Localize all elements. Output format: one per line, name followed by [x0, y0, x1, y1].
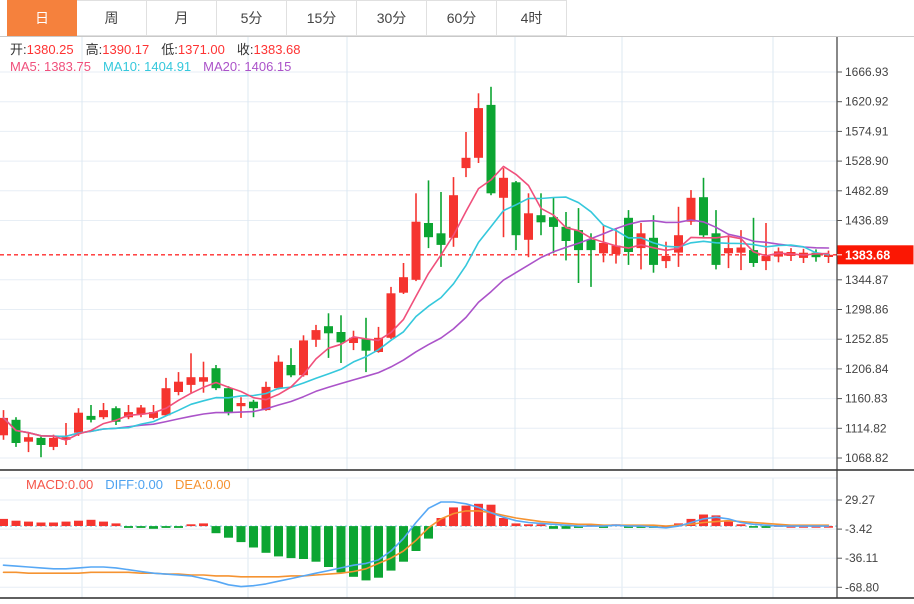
high-value: 1390.17 [102, 42, 150, 57]
macd-value: 0.00 [67, 477, 94, 492]
svg-text:1620.92: 1620.92 [845, 95, 889, 109]
svg-text:1298.86: 1298.86 [845, 303, 889, 317]
ma20-label: MA20: [203, 59, 241, 74]
svg-text:1160.83: 1160.83 [845, 392, 888, 406]
dea-label: DEA: [175, 477, 206, 492]
kline-chart-app: 日 周 月 5分 15分 30分 60分 4时 1666.93 1620.92 15… [0, 0, 914, 604]
ma10-label: MA10: [102, 59, 141, 74]
ma20-value: 1406.15 [244, 59, 292, 74]
macd-label: MACD: [26, 477, 68, 492]
svg-text:1068.82: 1068.82 [845, 451, 889, 465]
ma10-value: 1404.91 [144, 59, 192, 74]
svg-text:1666.93: 1666.93 [845, 65, 889, 79]
dea-value: 0.00 [205, 477, 231, 492]
ma5-label: MA5: [10, 59, 41, 74]
ohlc-readout: 开:1380.25 高:1390.17 低:1371.00 收:1383.68 [10, 42, 313, 58]
ma-readout: MA5: 1383.75 MA10: 1404.91 MA20: 1406.15 [10, 59, 303, 75]
candles-layer [0, 86, 833, 458]
diff-label: DIFF: [105, 477, 138, 492]
svg-text:29.27: 29.27 [845, 493, 875, 507]
low-value: 1371.00 [177, 42, 225, 57]
svg-text:1252.85: 1252.85 [845, 332, 889, 346]
svg-text:1436.89: 1436.89 [845, 214, 889, 228]
main-grid [0, 37, 837, 598]
diff-value: 0.00 [137, 477, 164, 492]
macd-readout: MACD:0.00 DIFF:0.00 DEA:0.00 [26, 477, 243, 493]
open-label: 开: [10, 42, 27, 57]
ma5-value: 1383.75 [43, 59, 91, 74]
svg-text:1114.82: 1114.82 [845, 421, 887, 435]
candlestick-macd-chart[interactable]: 1666.93 1620.92 1574.91 1528.90 1482.89 1436.… [0, 0, 914, 604]
open-value: 1380.25 [26, 42, 74, 57]
svg-text:1383.68: 1383.68 [845, 248, 890, 262]
close-label: 收: [236, 42, 254, 57]
svg-text:1206.84: 1206.84 [845, 362, 889, 376]
high-label: 高: [85, 42, 103, 57]
svg-text:1574.91: 1574.91 [845, 124, 889, 138]
svg-text:-68.80: -68.80 [845, 580, 879, 594]
svg-text:1344.87: 1344.87 [845, 273, 889, 287]
svg-text:-3.42: -3.42 [845, 522, 873, 536]
close-value: 1383.68 [253, 42, 301, 57]
price-axis: 1666.93 1620.92 1574.91 1528.90 1482.89 1436.… [837, 65, 889, 465]
macd-axis: 29.27 -3.42 -36.11 -68.80 [837, 493, 879, 594]
low-label: 低: [161, 42, 178, 57]
svg-text:-36.11: -36.11 [845, 551, 878, 565]
svg-text:1482.89: 1482.89 [845, 184, 889, 198]
current-price-badge: 1383.68 [837, 245, 914, 265]
svg-text:1528.90: 1528.90 [845, 154, 889, 168]
